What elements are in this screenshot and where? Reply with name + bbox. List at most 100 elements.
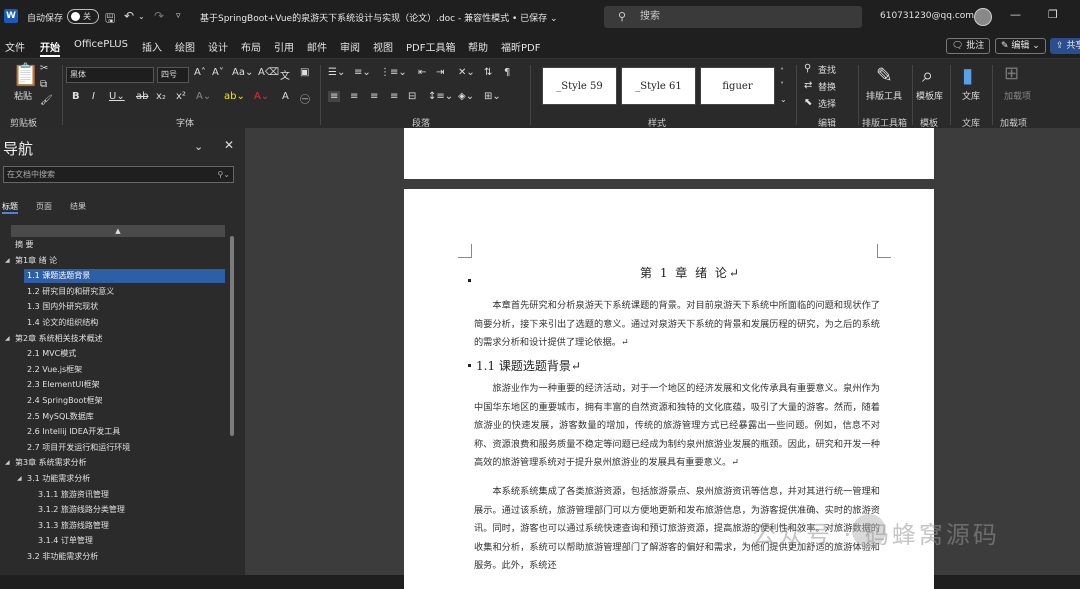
nav-search-input[interactable]: 在文档中搜索 ⚲⌄: [3, 166, 234, 183]
addins-icon[interactable]: ⊞: [1004, 63, 1019, 84]
editing-mode-button[interactable]: ✎ 编辑 ⌄: [995, 38, 1046, 54]
minimize-icon[interactable]: —: [1010, 8, 1021, 21]
nav-heading-item[interactable]: 3.1.1 旅游资讯管理: [38, 488, 109, 502]
tab-layout[interactable]: 布局: [241, 39, 261, 54]
undo-icon[interactable]: ↶: [124, 9, 134, 23]
tab-foxit-pdf[interactable]: 福昕PDF: [501, 39, 540, 54]
layout-tool-icon[interactable]: ✎: [876, 63, 893, 87]
bold-icon[interactable]: B: [72, 91, 80, 102]
nav-scrollbar[interactable]: [230, 236, 234, 436]
nav-heading-item[interactable]: 2.4 SpringBoot框架: [27, 394, 103, 408]
search-box[interactable]: ⚲ 搜索: [604, 6, 862, 28]
collapse-all-bar[interactable]: ▲: [11, 225, 225, 237]
sort-icon[interactable]: ⇅: [484, 67, 492, 78]
template-library-icon[interactable]: ⌕: [922, 63, 933, 87]
autosave-toggle[interactable]: 关: [67, 9, 99, 24]
tab-design[interactable]: 设计: [208, 39, 228, 54]
expand-collapse-icon[interactable]: ◢: [17, 475, 22, 482]
tab-home[interactable]: 开始: [40, 39, 60, 57]
format-painter-icon[interactable]: 🖌: [40, 95, 53, 106]
multilevel-list-icon[interactable]: ⋮≡⌄: [380, 67, 407, 78]
previous-page[interactable]: [404, 128, 934, 179]
underline-icon[interactable]: U⌄: [109, 91, 125, 102]
clear-format-icon[interactable]: A⌫: [258, 67, 279, 78]
style-gallery-item-3[interactable]: figuer: [700, 67, 775, 105]
nav-heading-item[interactable]: 3.1.3 旅游线路管理: [38, 519, 109, 533]
share-button[interactable]: ⇪ 共享: [1050, 38, 1080, 54]
styles-scroll-up-icon[interactable]: ˄: [780, 67, 784, 76]
search-icon[interactable]: ⚲⌄: [217, 167, 230, 182]
text-effects-icon[interactable]: A⌄: [196, 91, 211, 102]
numbering-icon[interactable]: ≡⌄: [354, 67, 371, 78]
change-case-icon[interactable]: Aa⌄: [232, 67, 253, 78]
paste-label[interactable]: 粘贴: [14, 89, 32, 102]
font-color-icon[interactable]: A⌄: [254, 91, 269, 102]
tab-view[interactable]: 视图: [373, 39, 393, 54]
undo-dropdown-icon[interactable]: ⌄: [138, 12, 145, 21]
close-icon[interactable]: ✕: [224, 138, 234, 152]
tab-results[interactable]: 结果: [70, 201, 86, 212]
nav-heading-item[interactable]: 3.1.2 旅游线路分类管理: [38, 503, 125, 517]
avatar[interactable]: [974, 8, 992, 26]
nav-heading-item[interactable]: 1.2 研究目的和研究意义: [27, 285, 114, 299]
replace-label[interactable]: 替换: [818, 80, 836, 93]
section-heading[interactable]: 1.1 课题选题背景↵: [476, 357, 581, 374]
subscript-icon[interactable]: x₂: [156, 91, 166, 102]
tab-pdf-toolbox[interactable]: PDF工具箱: [406, 39, 455, 54]
distributed-icon[interactable]: ⊟: [408, 91, 416, 102]
nav-heading-item[interactable]: 2.3 ElementUI框架: [27, 378, 100, 392]
italic-icon[interactable]: I: [92, 91, 95, 102]
align-center-icon[interactable]: ≡: [350, 91, 358, 102]
tab-headings[interactable]: 标题: [2, 201, 18, 214]
nav-heading-item[interactable]: 第1章 绪 论: [15, 254, 57, 268]
chinese-layout-icon[interactable]: ✕⌄: [458, 67, 475, 78]
restore-icon[interactable]: ❐: [1048, 8, 1058, 21]
tab-file[interactable]: 文件: [5, 39, 25, 54]
nav-heading-item[interactable]: 2.6 Intellij IDEA开发工具: [27, 425, 120, 439]
justify-icon[interactable]: ≡: [390, 91, 398, 102]
align-right-icon[interactable]: ≡: [370, 91, 378, 102]
font-size-select[interactable]: 四号: [157, 67, 189, 83]
decrease-indent-icon[interactable]: ⇤: [418, 67, 426, 78]
customize-qat-icon[interactable]: ▿: [176, 11, 181, 21]
nav-heading-item[interactable]: 2.7 项目开发运行和运行环境: [27, 441, 130, 455]
nav-heading-item[interactable]: 2.5 MySQL数据库: [27, 410, 94, 424]
align-left-icon[interactable]: ≡: [328, 91, 341, 102]
show-marks-icon[interactable]: ¶: [504, 67, 510, 78]
intro-paragraph[interactable]: 本章首先研究和分析泉游天下系统课题的背景。对目前泉游天下系统中所面临的问题和现状…: [474, 297, 880, 353]
nav-heading-item[interactable]: 1.1 课题选题背景: [24, 269, 225, 284]
nav-options-icon[interactable]: ⌄: [194, 140, 203, 153]
wenku-icon[interactable]: ▮: [962, 63, 973, 87]
increase-indent-icon[interactable]: ⇥: [436, 67, 444, 78]
background-paragraph-1[interactable]: 旅游业作为一种重要的经济活动，对于一个地区的经济发展和文化传承具有重要意义。泉州…: [474, 380, 880, 473]
copy-icon[interactable]: ⧉: [40, 79, 47, 90]
bullets-icon[interactable]: ☰⌄: [328, 67, 345, 78]
tab-draw[interactable]: 绘图: [175, 39, 195, 54]
grow-font-icon[interactable]: A˄: [194, 67, 206, 78]
tab-references[interactable]: 引用: [274, 39, 294, 54]
shrink-font-icon[interactable]: A˅: [212, 67, 224, 78]
borders-icon[interactable]: ⊞⌄: [484, 91, 501, 102]
highlight-icon[interactable]: ab⌄: [224, 91, 245, 102]
tab-help[interactable]: 帮助: [468, 39, 488, 54]
wenku-label[interactable]: 文库: [962, 89, 980, 102]
expand-collapse-icon[interactable]: ◢: [5, 459, 10, 466]
nav-heading-item[interactable]: 1.4 论文的组织结构: [27, 316, 98, 330]
strikethrough-icon[interactable]: ab: [136, 91, 148, 102]
font-name-select[interactable]: 黑体: [66, 67, 154, 83]
find-icon[interactable]: ⚲: [804, 63, 811, 74]
nav-heading-item[interactable]: 3.1 功能需求分析: [27, 472, 90, 486]
enclose-char-icon[interactable]: ㊀: [300, 91, 310, 106]
phonetic-guide-icon[interactable]: 文: [280, 67, 290, 82]
tab-mailings[interactable]: 邮件: [307, 39, 327, 54]
style-gallery-item-2[interactable]: _Style 61: [621, 67, 696, 105]
chapter-heading[interactable]: 第 1 章 绪 论↵: [640, 264, 741, 281]
superscript-icon[interactable]: x²: [176, 91, 186, 102]
expand-collapse-icon[interactable]: ◢: [5, 257, 10, 264]
cut-icon[interactable]: ✂: [40, 63, 48, 74]
styles-more-icon[interactable]: ⌄: [780, 95, 787, 104]
char-shading-icon[interactable]: A: [282, 91, 289, 102]
select-icon[interactable]: ⬉: [804, 97, 812, 108]
expand-collapse-icon[interactable]: ◢: [5, 335, 10, 342]
nav-heading-item[interactable]: 3.2 非功能需求分析: [27, 550, 98, 564]
